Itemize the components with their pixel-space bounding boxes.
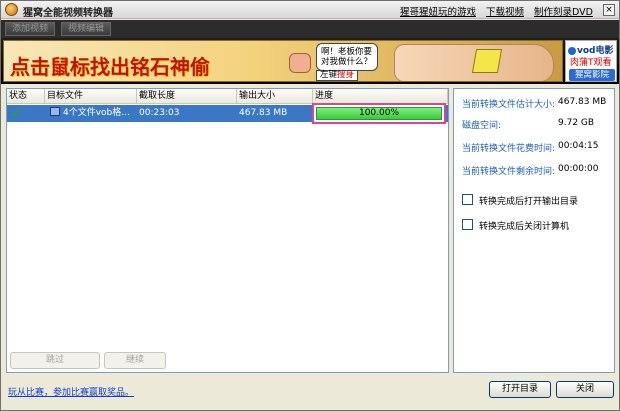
disk-value: 9.72 GB [558,118,595,128]
toolbar: 添加视频 视频编辑 [1,20,619,38]
time-used-row: 当前转换文件花费时间: 00:04:15 [462,141,612,154]
banner-slogan: 点击鼠标找出铭石神偷 [10,55,210,79]
vod-logo-icon [568,46,576,55]
tag-highlight: 搜身 [337,70,355,80]
bubble-line-2: 对我做什么？ [321,57,373,67]
tag-prefix: 左键 [320,70,338,80]
table-row[interactable]: ✔ 4个文件vob格... 00:23:03 467.83 MB 100.00% [7,103,448,124]
vod-cinema-button[interactable]: 猩窝影院 [569,69,615,81]
banner-ad-image[interactable]: 点击鼠标找出铭石神偷 啊！老板你要 对我做什么？ 左键搜身 [3,40,563,82]
time-left-value: 00:00:00 [558,164,599,174]
open-directory-button[interactable]: 打开目录 [489,381,551,398]
link-download-video[interactable]: 下载视频 [486,4,524,18]
hand-icon [289,53,311,73]
column-length[interactable]: 截取长度 [137,89,237,104]
time-left-row: 当前转换文件剩余时间: 00:00:00 [462,164,612,177]
column-progress[interactable]: 进度 [313,89,448,104]
ad-banner: 点击鼠标找出铭石神偷 啊！老板你要 对我做什么？ 左键搜身 vod电影 肉蒲T观… [1,38,619,84]
status-check-icon: ✔ [11,106,22,120]
est-size-value: 467.83 MB [558,97,607,107]
add-video-button[interactable]: 添加视频 [5,22,56,36]
progress-text: 100.00% [358,108,400,118]
list-header: 状态 目标文件 截取长度 输出大小 进度 [7,89,448,104]
est-size-row: 当前转换文件估计大小: 467.83 MB [462,97,612,110]
bubble-tag: 左键搜身 [316,70,359,81]
column-output-size[interactable]: 输出大小 [237,89,313,104]
link-games[interactable]: 猩哥猩妞玩的游戏 [400,4,476,18]
top-links: 猩哥猩妞玩的游戏 下载视频 制作刻录DVD [400,4,593,18]
shutdown-option[interactable]: 转换完成后关闭计算机 [462,219,612,232]
film-icon [50,107,60,116]
banner-figure-belt [471,49,503,73]
target-file-cell: 4个文件vob格... [45,105,137,122]
target-file-name: 4个文件vob格... [63,108,130,118]
app-logo-icon [5,3,18,16]
bubble-line-1: 啊！老板你要 [321,47,373,57]
open-dir-option[interactable]: 转换完成后打开输出目录 [462,194,612,207]
window-title: 猩窝全能视频转换器 [23,8,113,19]
disk-row: 磁盘空间: 9.72 GB [462,118,612,131]
progress-cell: 100.00% [312,103,446,124]
column-status[interactable]: 状态 [7,89,45,104]
open-dir-checkbox[interactable] [462,194,473,205]
skip-button[interactable]: 跳过 [10,352,100,369]
vod-tagline: 肉蒲T观看 [570,58,612,68]
length-cell: 00:23:03 [139,108,180,118]
link-make-dvd[interactable]: 制作刻录DVD [534,4,593,18]
conversion-list: 状态 目标文件 截取长度 输出大小 进度 ✔ 4个文件vob格... 00:23… [6,88,449,373]
vod-ad[interactable]: vod电影 肉蒲T观看 猩窝影院 [565,40,617,82]
column-target-file[interactable]: 目标文件 [45,89,137,104]
continue-button[interactable]: 继续 [104,352,166,369]
shutdown-label: 转换完成后关闭计算机 [479,222,570,232]
edit-video-button[interactable]: 视频编辑 [61,22,112,36]
info-panel: 当前转换文件估计大小: 467.83 MB 磁盘空间: 9.72 GB 当前转换… [453,88,615,373]
shutdown-checkbox[interactable] [462,219,473,230]
time-used-label: 当前转换文件花费时间: [462,144,556,154]
close-window-button[interactable]: × [603,4,615,16]
time-used-value: 00:04:15 [558,141,599,151]
output-size-cell: 467.83 MB [239,108,288,118]
promo-link[interactable]: 玩从比赛，参加比赛赢取奖品。 [8,385,134,398]
title-bar: 猩窝全能视频转换器 猩哥猩妞玩的游戏 下载视频 制作刻录DVD × [1,1,619,19]
close-button[interactable]: 关闭 [556,381,614,398]
open-dir-label: 转换完成后打开输出目录 [479,197,579,207]
disk-label: 磁盘空间: [462,121,502,131]
time-left-label: 当前转换文件剩余时间: [462,167,556,177]
main-window: 猩窝全能视频转换器 猩哥猩妞玩的游戏 下载视频 制作刻录DVD × 添加视频 视… [0,0,620,411]
speech-bubble: 啊！老板你要 对我做什么？ [316,43,378,71]
est-size-label: 当前转换文件估计大小: [462,100,556,110]
